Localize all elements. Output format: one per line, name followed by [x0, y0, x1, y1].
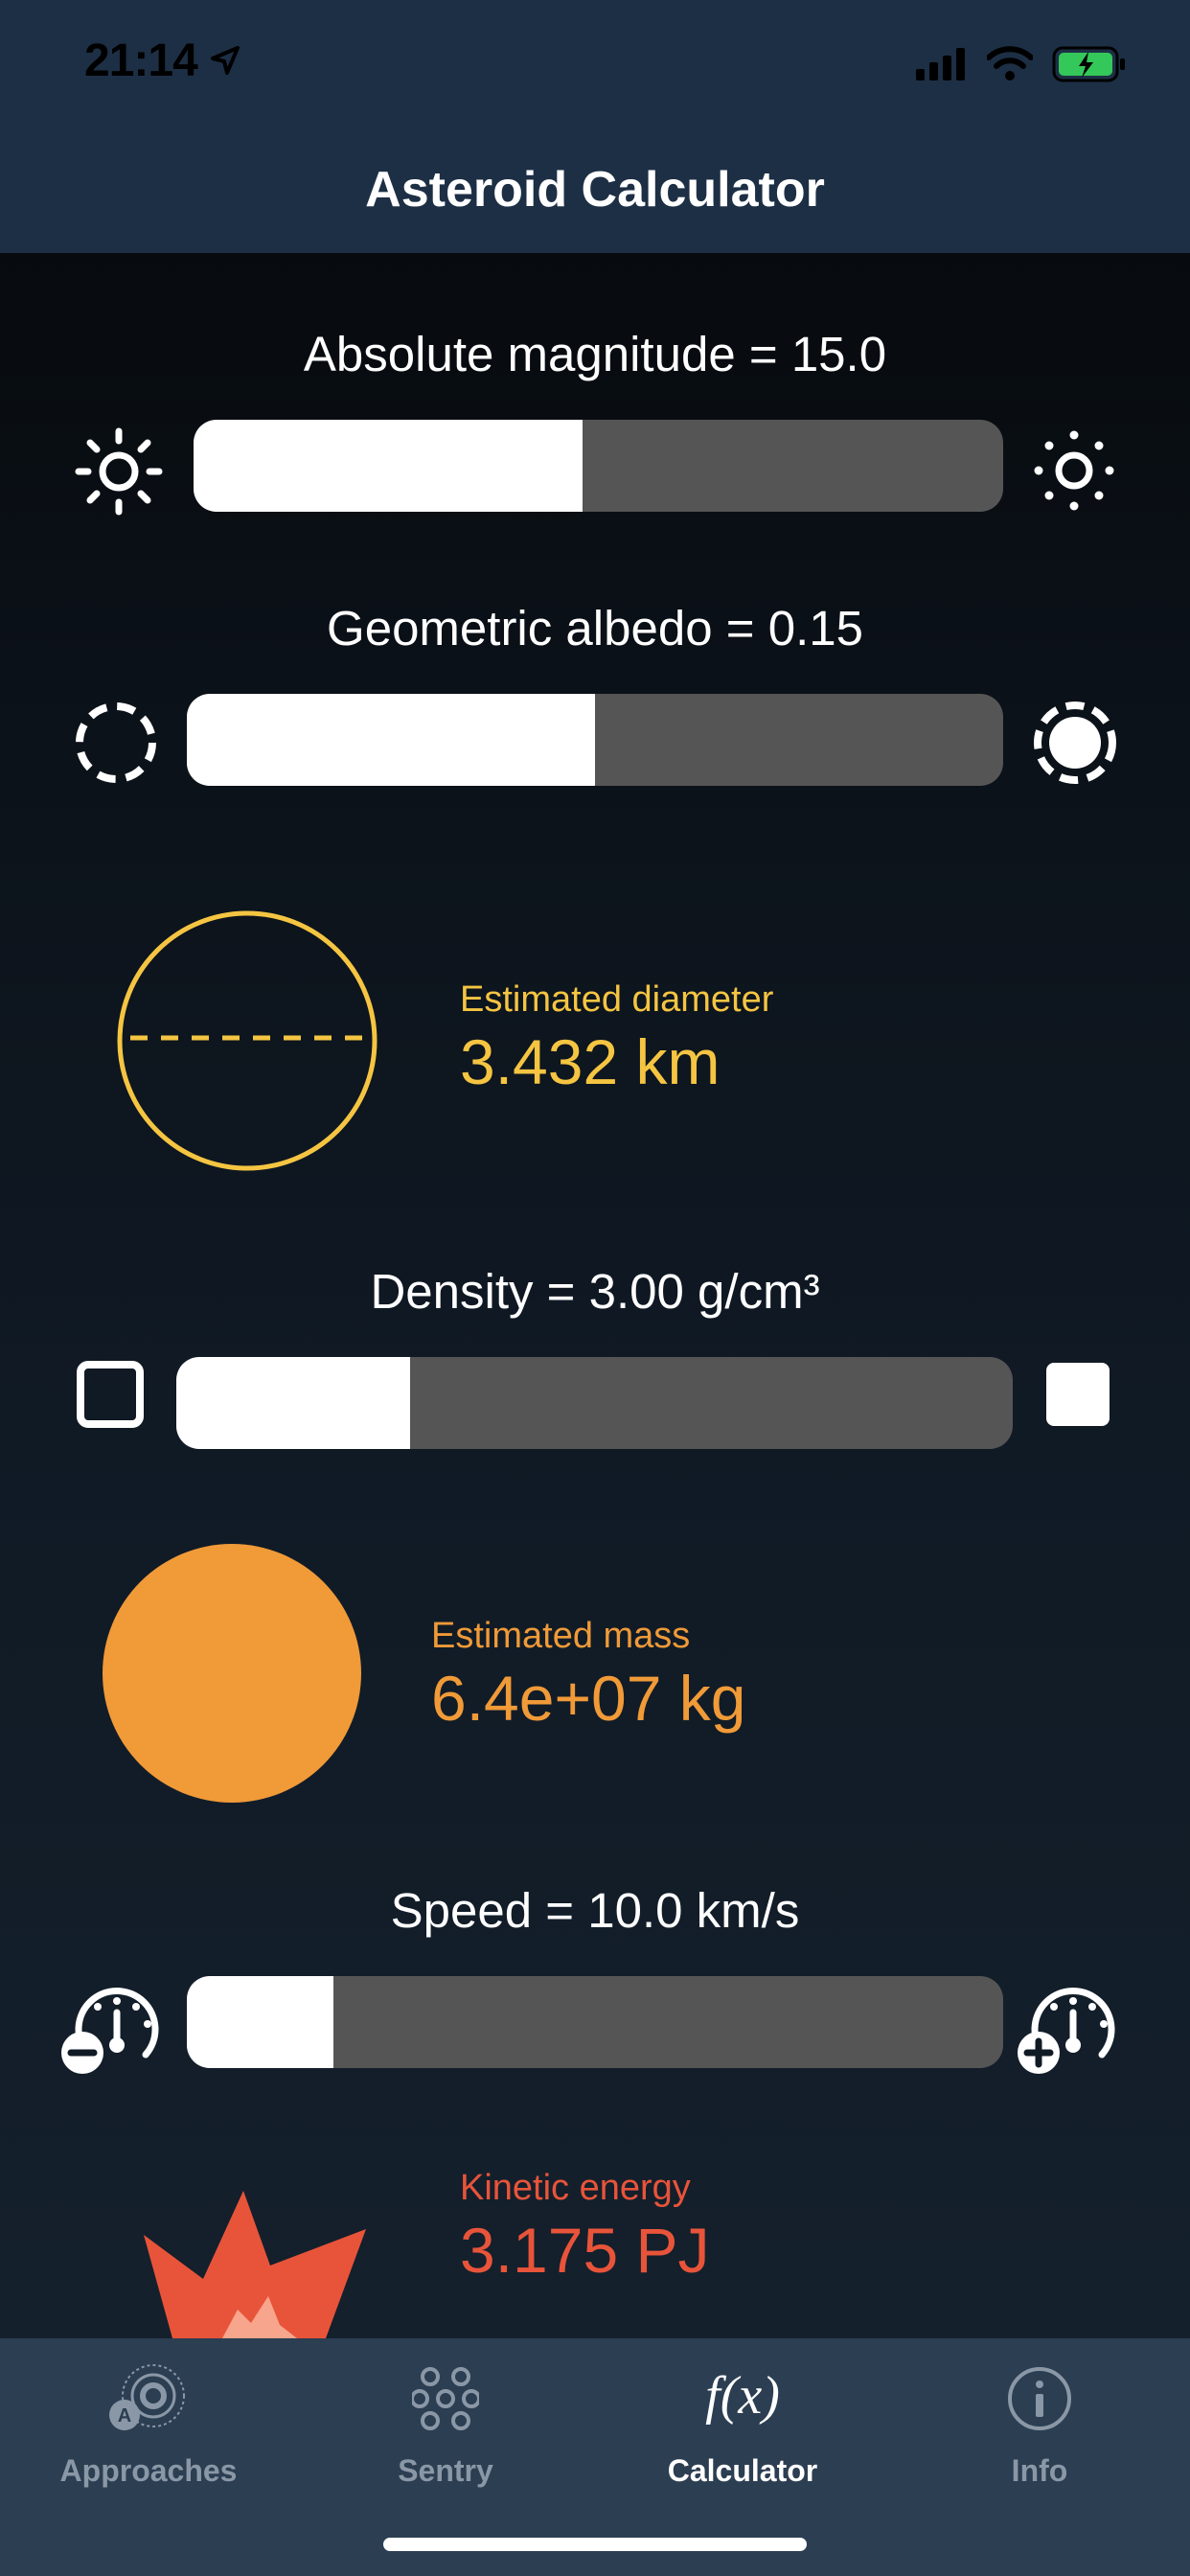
- tab-calculator-label: Calculator: [667, 2453, 818, 2488]
- diameter-caption: Estimated diameter: [460, 979, 774, 1020]
- tab-approaches-label: Approaches: [59, 2453, 238, 2488]
- density-slider-fill: [176, 1357, 411, 1449]
- wifi-icon: [987, 46, 1033, 80]
- magnitude-slider[interactable]: [194, 420, 1003, 512]
- energy-value: 3.175 PJ: [460, 2215, 710, 2286]
- magnitude-slider-fill: [194, 420, 583, 512]
- tab-info-label: Info: [1011, 2453, 1068, 2488]
- speed-increase-icon[interactable]: [1016, 1978, 1121, 2076]
- density-slider[interactable]: [176, 1357, 1013, 1449]
- speed-slider-fill: [187, 1976, 334, 2068]
- filled-square-icon[interactable]: [1044, 1361, 1111, 1428]
- speed-label: Speed = 10.0 km/s: [390, 1883, 800, 1938]
- diameter-circle-icon: [117, 910, 378, 1171]
- albedo-slider-fill: [187, 694, 595, 786]
- albedo-label: Geometric albedo = 0.15: [327, 601, 863, 656]
- home-indicator[interactable]: [383, 2538, 807, 2551]
- empty-square-icon[interactable]: [77, 1361, 144, 1428]
- page-title: Asteroid Calculator: [365, 162, 825, 218]
- mass-caption: Estimated mass: [431, 1616, 691, 1656]
- status-time: 21:14: [84, 35, 198, 86]
- dashed-circle-icon[interactable]: [73, 700, 159, 786]
- sun-bright-icon[interactable]: [1033, 429, 1115, 512]
- density-label: Density = 3.00 g/cm³: [370, 1264, 820, 1319]
- status-bar: 21:14: [0, 0, 1190, 126]
- tab-approaches[interactable]: A Approaches: [0, 2338, 297, 2511]
- approaches-icon: A: [109, 2364, 185, 2430]
- location-arrow-icon: [211, 46, 240, 75]
- mass-value: 6.4e+07 kg: [431, 1663, 746, 1734]
- svg-text:A: A: [118, 2405, 131, 2426]
- magnitude-label: Absolute magnitude = 15.0: [303, 327, 887, 381]
- speed-decrease-icon[interactable]: [59, 1978, 165, 2076]
- info-icon: [1008, 2367, 1071, 2430]
- navigation-bar: Asteroid Calculator: [0, 126, 1190, 253]
- tab-info[interactable]: Info: [891, 2338, 1188, 2511]
- tab-sentry[interactable]: Sentry: [297, 2338, 594, 2511]
- cellular-signal-icon: [916, 48, 965, 80]
- tab-calculator[interactable]: f(x) Calculator: [594, 2338, 891, 2511]
- bright-circle-icon[interactable]: [1032, 700, 1118, 786]
- svg-text:f(x): f(x): [705, 2366, 780, 2426]
- sentry-icon: [412, 2367, 479, 2430]
- mass-circle-icon: [103, 1544, 361, 1803]
- albedo-slider[interactable]: [187, 694, 1003, 786]
- energy-caption: Kinetic energy: [460, 2168, 691, 2208]
- tab-sentry-label: Sentry: [398, 2453, 493, 2488]
- function-icon: f(x): [705, 2366, 780, 2426]
- diameter-value: 3.432 km: [460, 1026, 721, 1097]
- battery-charging-icon: [1052, 46, 1125, 82]
- sun-dim-icon[interactable]: [75, 427, 163, 516]
- explosion-icon: [144, 2191, 366, 2338]
- speed-slider[interactable]: [187, 1976, 1003, 2068]
